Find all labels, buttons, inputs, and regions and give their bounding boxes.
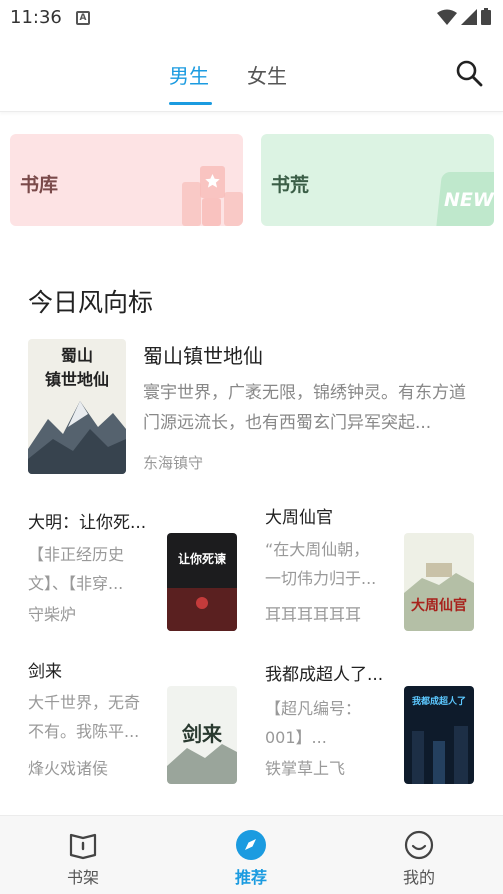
status-icons <box>437 8 491 25</box>
book-shortage-card[interactable]: 书荒 NEW <box>261 134 494 226</box>
search-icon[interactable] <box>454 58 484 88</box>
featured-book-cover[interactable]: 蜀山 镇世地仙 <box>28 339 126 474</box>
nav-bookshelf-label: 书架 <box>66 868 99 887</box>
bottom-nav: 书架 推荐 我的 <box>0 815 503 894</box>
svg-text:我都成超人了: 我都成超人了 <box>412 695 466 707</box>
notification-icon: A <box>76 11 90 25</box>
top-header: 男生 女生 <box>0 36 503 112</box>
tab-female[interactable]: 女生 <box>247 60 287 89</box>
book-cover[interactable]: 我都成超人了 <box>404 686 474 784</box>
wifi-icon <box>437 9 457 25</box>
featured-book-description: 寰宇世界，广袤无限，锦绣钟灵。有东方道门源远流长，也有西蜀玄门异军突起... <box>143 383 466 433</box>
smiley-icon <box>404 830 434 860</box>
book-shortage-card-label: 书荒 <box>271 174 310 196</box>
section-title: 今日风向标 <box>28 288 154 317</box>
status-time: 11:36 <box>10 7 62 28</box>
svg-text:镇世地仙: 镇世地仙 <box>45 370 109 389</box>
nav-mine[interactable]: 我的 <box>379 816 459 894</box>
book-description: 【超凡编号：001】... <box>265 699 362 747</box>
nav-recommend-label: 推荐 <box>234 868 267 887</box>
book-title: 我都成超人了... <box>265 665 384 685</box>
book-author: 铁掌草上飞 <box>265 759 346 778</box>
svg-text:让你死谏: 让你死谏 <box>178 551 227 566</box>
book-cover[interactable]: 剑来 <box>167 686 237 784</box>
status-bar: 11:36 A <box>0 0 503 36</box>
active-tab-indicator <box>169 102 212 105</box>
book-author: 耳耳耳耳耳耳 <box>265 605 362 624</box>
bookshelf-chart-icon <box>182 166 243 226</box>
tab-male[interactable]: 男生 <box>169 60 209 89</box>
featured-book-author: 东海镇守 <box>143 454 204 472</box>
book-cover[interactable]: 让你死谏 <box>167 533 237 631</box>
nav-bookshelf[interactable]: 书架 <box>43 816 123 894</box>
book-author: 守柴炉 <box>28 605 77 624</box>
book-cover[interactable]: 大周仙官 <box>404 533 474 631</box>
battery-icon <box>481 8 491 25</box>
nav-recommend[interactable]: 推荐 <box>211 816 291 894</box>
book-description: “在大周仙朝，一切伟力归于... <box>265 540 377 588</box>
library-card[interactable]: 书库 <box>10 134 243 226</box>
svg-text:剑来: 剑来 <box>181 722 223 746</box>
signal-icon <box>461 8 477 25</box>
book-description: 【非正经历史文】、【非穿... <box>28 545 125 593</box>
compass-icon <box>236 830 266 860</box>
book-title: 剑来 <box>28 662 62 682</box>
library-card-label: 书库 <box>20 174 59 196</box>
book-description: 大千世界，无奇不有。我陈平... <box>28 693 141 741</box>
nav-mine-label: 我的 <box>402 868 435 887</box>
book-title: 大明：让你死... <box>28 513 147 533</box>
svg-text:大周仙官: 大周仙官 <box>411 597 467 614</box>
book-title: 大周仙官 <box>265 508 333 528</box>
book-author: 烽火戏诸侯 <box>28 759 109 778</box>
featured-book-title: 蜀山镇世地仙 <box>143 344 263 368</box>
bookshelf-icon <box>69 833 97 860</box>
svg-text:蜀山: 蜀山 <box>61 346 93 365</box>
new-badge-label: NEW <box>444 189 494 211</box>
